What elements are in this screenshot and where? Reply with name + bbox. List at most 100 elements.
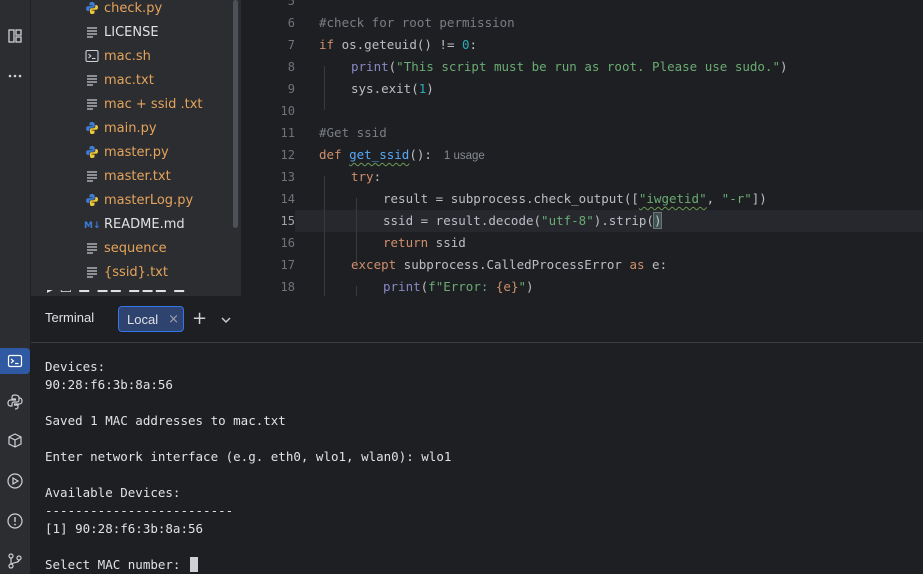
tree-item[interactable]: sequence bbox=[84, 236, 167, 260]
tree-item[interactable]: mac.sh bbox=[84, 44, 151, 68]
tree-item-label: sequence bbox=[104, 240, 167, 256]
code-line-9: sys.exit(1) bbox=[351, 78, 434, 100]
code-token: : bbox=[469, 37, 478, 52]
python-packages-icon[interactable] bbox=[0, 428, 30, 454]
code-token: sys.exit( bbox=[351, 81, 419, 96]
code-token: f"Error: bbox=[428, 279, 496, 294]
terminal-tab-bar: Terminal Local × + bbox=[31, 298, 923, 343]
tree-item[interactable]: master.txt bbox=[84, 164, 171, 188]
tree-item-label: mac + ssid .txt bbox=[104, 96, 203, 112]
python-console-icon[interactable] bbox=[0, 389, 30, 415]
code-token: 0 bbox=[462, 37, 470, 52]
tab-local[interactable]: Local × bbox=[118, 306, 184, 332]
tree-item-label: check.py bbox=[104, 0, 163, 16]
code-line-11: #Get ssid bbox=[319, 125, 387, 140]
code-token: print bbox=[351, 59, 389, 74]
code-token: {e} bbox=[495, 279, 519, 294]
project-scrollbar[interactable] bbox=[233, 0, 238, 228]
tree-item-label: mac.txt bbox=[104, 72, 154, 88]
chevron-down-icon[interactable] bbox=[220, 311, 232, 330]
line-number: 14 bbox=[280, 192, 295, 206]
services-icon[interactable] bbox=[0, 468, 30, 494]
terminal-line-text: Devices: bbox=[45, 359, 106, 374]
code-token: ) bbox=[653, 212, 663, 229]
code-token: (): bbox=[409, 147, 432, 162]
tree-item[interactable]: LICENSE bbox=[84, 20, 159, 44]
code-token: subprocess.CalledProcessError bbox=[396, 257, 630, 272]
python-file-icon bbox=[84, 120, 100, 136]
text-file-icon bbox=[84, 72, 100, 88]
git-icon[interactable] bbox=[0, 548, 30, 574]
close-icon[interactable]: × bbox=[168, 312, 179, 327]
line-number: 11 bbox=[280, 126, 295, 140]
code-line-6: #check for root permission bbox=[319, 15, 515, 30]
code-token: ).strip( bbox=[593, 213, 654, 228]
line-number: 7 bbox=[287, 38, 295, 52]
line-number: 6 bbox=[287, 16, 295, 30]
code-editor[interactable]: 5 6 7 8 9 10 11 12 13 14 15 16 17 18 #check for root … bbox=[245, 0, 923, 296]
code-token: print bbox=[383, 279, 421, 294]
add-icon[interactable]: + bbox=[192, 308, 207, 329]
line-number: 9 bbox=[287, 82, 295, 96]
svg-text:M↓: M↓ bbox=[84, 221, 100, 231]
terminal-line-text: ------------------------- bbox=[45, 503, 234, 518]
code-token: try bbox=[351, 169, 374, 184]
shell-file-icon bbox=[84, 48, 100, 64]
terminal-line: Enter network interface (e.g. eth0, wlo1… bbox=[45, 448, 451, 466]
code-token: " bbox=[518, 279, 527, 294]
terminal-line-text: Select MAC number: bbox=[45, 557, 188, 572]
tree-item[interactable]: master.py bbox=[84, 140, 169, 164]
terminal-line: ------------------------- bbox=[45, 502, 233, 520]
tree-item-label: main.py bbox=[104, 120, 157, 136]
more-icon[interactable] bbox=[0, 63, 30, 89]
python-file-icon bbox=[84, 144, 100, 160]
tree-item[interactable]: {ssid}.txt bbox=[84, 260, 168, 284]
terminal-line: [1] 90:28:f6:3b:8a:56 bbox=[45, 520, 203, 538]
structure-icon[interactable] bbox=[0, 23, 30, 49]
code-token: ]) bbox=[751, 191, 767, 206]
terminal-line-text: 90:28:f6:3b:8a:56 bbox=[45, 377, 173, 392]
text-file-icon bbox=[84, 96, 100, 112]
line-number: 13 bbox=[280, 170, 295, 184]
code-token: if bbox=[319, 37, 335, 52]
indent-guide bbox=[356, 286, 357, 296]
tree-item[interactable]: main.py bbox=[84, 116, 157, 140]
text-file-icon bbox=[84, 24, 100, 40]
line-number: 5 bbox=[287, 0, 295, 8]
line-number: 15 bbox=[280, 214, 295, 228]
line-number: 12 bbox=[280, 148, 295, 162]
code-token: "iwgetid" bbox=[638, 191, 707, 206]
tree-item[interactable]: M↓ README.md bbox=[84, 212, 185, 236]
terminal-line-text: Saved 1 MAC addresses to mac.txt bbox=[45, 413, 286, 428]
terminal-line: Devices: bbox=[45, 358, 105, 376]
code-token: "-r" bbox=[721, 191, 752, 206]
line-number: 8 bbox=[287, 60, 295, 74]
markdown-file-icon: M↓ bbox=[84, 216, 100, 232]
terminal-line: 90:28:f6:3b:8a:56 bbox=[45, 376, 173, 394]
tree-item[interactable]: mac + ssid .txt bbox=[84, 92, 203, 116]
tree-item[interactable]: mac.txt bbox=[84, 68, 154, 92]
terminal-line-text: [1] 90:28:f6:3b:8a:56 bbox=[45, 521, 204, 536]
terminal-line: Saved 1 MAC addresses to mac.txt bbox=[45, 412, 286, 430]
project-tree: check.py LICENSE mac.sh mac.txt mac + ssid .… bbox=[31, 0, 241, 296]
code-token: ) bbox=[426, 81, 434, 96]
code-line-17: except subprocess.CalledProcessError as … bbox=[351, 254, 667, 276]
indent-guide bbox=[324, 66, 325, 110]
tree-item[interactable]: masterLog.py bbox=[84, 188, 193, 212]
terminal-cursor[interactable] bbox=[190, 557, 198, 572]
indent-guide bbox=[324, 176, 325, 296]
code-token: return bbox=[383, 235, 429, 250]
code-line-7: if os.geteuid() != 0: bbox=[319, 34, 477, 56]
code-line-8: print("This script must be run as root. … bbox=[351, 56, 788, 78]
code-token: as bbox=[629, 257, 645, 272]
code-token: os.geteuid() != bbox=[334, 37, 462, 52]
problems-icon[interactable] bbox=[0, 508, 30, 534]
python-file-icon bbox=[84, 192, 100, 208]
code-token: except bbox=[351, 257, 397, 272]
line-number: 10 bbox=[280, 104, 295, 118]
usage-hint[interactable]: 1 usage bbox=[444, 150, 485, 162]
tree-item[interactable]: check.py bbox=[84, 0, 162, 20]
activity-bar bbox=[0, 0, 31, 574]
terminal-icon[interactable] bbox=[0, 348, 30, 374]
code-token: : bbox=[373, 169, 382, 184]
